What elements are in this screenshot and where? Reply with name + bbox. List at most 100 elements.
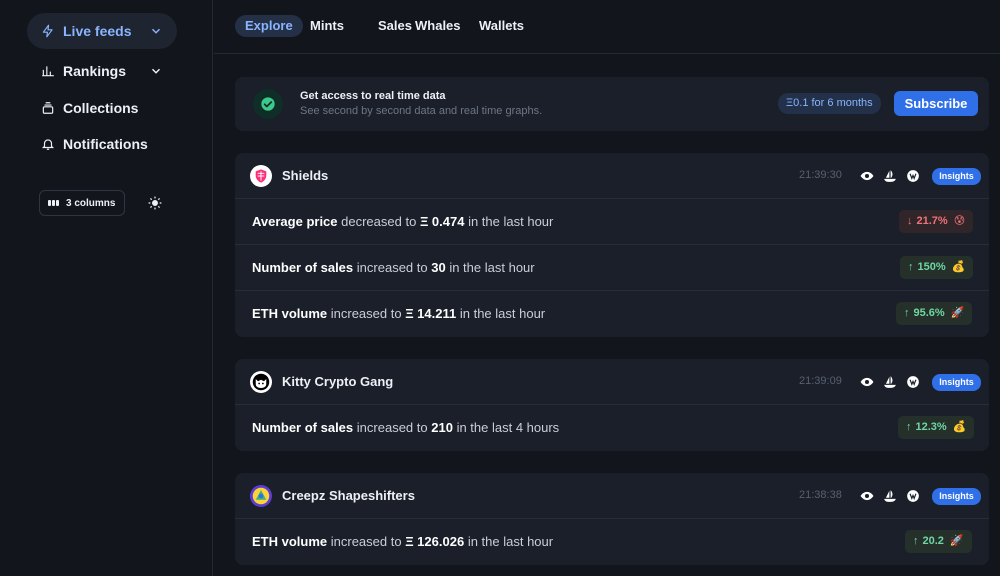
feed-card-kitty-crypto-gang: Kitty Crypto Gang 21:39:09 Insights Numb…	[235, 359, 989, 451]
opensea-icon[interactable]	[883, 489, 897, 503]
feed-text: ETH volume increased to Ξ 126.026 in the…	[252, 534, 553, 549]
bell-icon	[40, 136, 56, 152]
eye-icon[interactable]	[860, 489, 874, 503]
card-header: Creepz Shapeshifters 21:38:38 Insights	[235, 473, 989, 519]
arrow-up-icon: ↑	[904, 307, 910, 319]
feed-row: ETH volume increased to Ξ 14.211 in the …	[235, 291, 989, 337]
kitty-logo[interactable]	[250, 371, 272, 393]
insights-button[interactable]: Insights	[932, 374, 981, 391]
bar-chart-icon	[40, 63, 56, 79]
timestamp: 21:39:09	[799, 375, 842, 387]
change-badge: ↑ 95.6% 🚀	[896, 302, 973, 325]
anxious-face-icon: 😰	[953, 215, 966, 227]
banner-title: Get access to real time data	[300, 90, 446, 102]
metric-period: in the last hour	[467, 534, 554, 549]
metric-verb: increased to	[356, 260, 428, 275]
looksrare-icon[interactable]	[906, 375, 920, 389]
creepz-logo[interactable]	[250, 485, 272, 507]
feed-card-shields: Shields 21:39:30 Insights Average price …	[235, 153, 989, 337]
feed-card-creepz-shapeshifters: Creepz Shapeshifters 21:38:38 Insights E…	[235, 473, 989, 565]
metric-verb: increased to	[356, 420, 428, 435]
sidebar-item-label: Rankings	[63, 63, 127, 79]
feed-text: Number of sales increased to 30 in the l…	[252, 260, 535, 275]
change-badge: ↑ 12.3% 💰	[898, 416, 975, 439]
change-badge: ↑ 150% 💰	[900, 256, 974, 279]
opensea-icon[interactable]	[883, 375, 897, 389]
tab-explore[interactable]: Explore	[235, 15, 303, 37]
metric-verb: increased to	[330, 306, 402, 321]
change-value: 21.7%	[916, 215, 948, 227]
feed-text: Average price decreased to Ξ 0.474 in th…	[252, 214, 553, 229]
metric-name: ETH volume	[252, 534, 328, 549]
collection-name[interactable]: Shields	[282, 168, 328, 183]
metric-period: in the last hour	[459, 306, 546, 321]
sidebar-item-live-feeds[interactable]: Live feeds	[27, 13, 177, 49]
looksrare-icon[interactable]	[906, 489, 920, 503]
columns-label: 3 columns	[66, 197, 116, 209]
metric-name: ETH volume	[252, 306, 328, 321]
eye-icon[interactable]	[860, 375, 874, 389]
columns-icon	[48, 200, 59, 206]
feed-row: Number of sales increased to 210 in the …	[235, 405, 989, 451]
sidebar: Live feeds Rankings Collections Notifica…	[0, 0, 213, 576]
tab-wallets[interactable]: Wallets	[469, 15, 534, 37]
metric-value: Ξ 0.474	[419, 214, 465, 229]
banner-subtitle: See second by second data and real time …	[300, 105, 543, 117]
money-bag-icon: 💰	[951, 261, 966, 273]
columns-button[interactable]: 3 columns	[39, 190, 125, 216]
feed-row: ETH volume increased to Ξ 126.026 in the…	[235, 519, 989, 565]
insights-button[interactable]: Insights	[932, 488, 981, 505]
metric-value: 30	[431, 260, 446, 275]
timestamp: 21:38:38	[799, 489, 842, 501]
opensea-icon[interactable]	[883, 169, 897, 183]
eye-icon[interactable]	[860, 169, 874, 183]
metric-verb: increased to	[330, 534, 402, 549]
sidebar-item-rankings[interactable]: Rankings	[27, 53, 177, 89]
feed-text: Number of sales increased to 210 in the …	[252, 420, 559, 435]
card-header: Kitty Crypto Gang 21:39:09 Insights	[235, 359, 989, 405]
collection-name[interactable]: Kitty Crypto Gang	[282, 374, 393, 389]
rocket-icon: 🚀	[950, 307, 965, 319]
bolt-icon	[40, 23, 56, 39]
stack-icon	[40, 100, 56, 116]
arrow-up-icon: ↑	[908, 261, 914, 273]
sidebar-item-notifications[interactable]: Notifications	[27, 126, 177, 162]
insights-button[interactable]: Insights	[932, 168, 981, 185]
tab-whales[interactable]: Whales	[405, 15, 471, 37]
arrow-up-icon: ↑	[913, 535, 919, 547]
top-tabs: Explore Mints Sales Whales Wallets	[214, 0, 1000, 54]
check-circle-icon	[253, 89, 283, 119]
tab-mints[interactable]: Mints	[300, 15, 354, 37]
chevron-down-icon[interactable]	[149, 24, 163, 38]
metric-period: in the last 4 hours	[456, 420, 560, 435]
collection-name[interactable]: Creepz Shapeshifters	[282, 488, 415, 503]
subscribe-button[interactable]: Subscribe	[894, 91, 978, 116]
sidebar-item-collections[interactable]: Collections	[27, 90, 177, 126]
change-badge: ↓ 21.7% 😰	[899, 210, 974, 233]
card-header: Shields 21:39:30 Insights	[235, 153, 989, 199]
rocket-icon: 🚀	[949, 535, 964, 547]
metric-period: in the last hour	[449, 260, 535, 275]
change-value: 20.2	[922, 535, 944, 547]
arrow-down-icon: ↓	[907, 215, 913, 227]
arrow-up-icon: ↑	[906, 421, 912, 433]
looksrare-icon[interactable]	[906, 169, 920, 183]
shields-logo[interactable]	[250, 165, 272, 187]
timestamp: 21:39:30	[799, 169, 842, 181]
metric-value: Ξ 14.211	[405, 306, 457, 321]
subscription-banner: Get access to real time data See second …	[235, 77, 989, 131]
feed-text: ETH volume increased to Ξ 14.211 in the …	[252, 306, 545, 321]
price-badge: Ξ0.1 for 6 months	[778, 93, 881, 114]
sidebar-item-label: Collections	[63, 100, 139, 116]
metric-name: Number of sales	[252, 260, 354, 275]
sidebar-item-label: Notifications	[63, 136, 148, 152]
sidebar-item-label: Live feeds	[63, 23, 132, 39]
feed-row: Average price decreased to Ξ 0.474 in th…	[235, 199, 989, 245]
chevron-down-icon[interactable]	[149, 64, 163, 78]
metric-name: Number of sales	[252, 420, 354, 435]
money-bag-icon: 💰	[952, 421, 967, 433]
sun-icon[interactable]	[148, 196, 162, 210]
change-value: 150%	[917, 261, 946, 273]
change-value: 12.3%	[915, 421, 947, 433]
change-value: 95.6%	[913, 307, 945, 319]
